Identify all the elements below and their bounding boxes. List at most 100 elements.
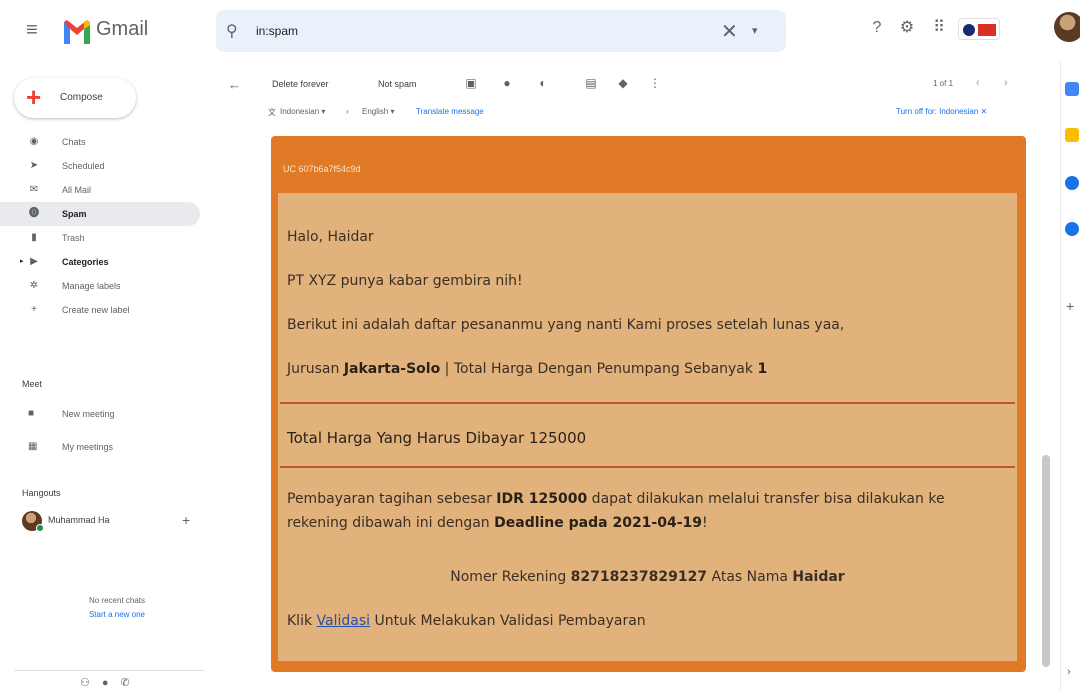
- account-prefix: Nomer Rekening: [450, 569, 571, 585]
- payment-suffix: !: [702, 515, 708, 531]
- clear-search-icon[interactable]: ✕: [721, 19, 738, 44]
- mark-unread-icon[interactable]: ▣: [464, 76, 478, 90]
- apps-grid-icon[interactable]: ⠿: [928, 17, 950, 39]
- contacts-app-icon[interactable]: [1065, 222, 1079, 236]
- compose-button[interactable]: + Compose: [14, 78, 136, 118]
- trash-icon: ▮: [31, 232, 37, 243]
- greeting-text: Halo, Haidar: [287, 229, 374, 245]
- translate-arrow-icon: ›: [346, 107, 349, 116]
- expand-panel-icon[interactable]: ›: [1067, 666, 1071, 678]
- help-icon[interactable]: ?: [866, 17, 888, 39]
- intro-text: PT XYZ punya kabar gembira nih!: [287, 273, 523, 289]
- my-meetings-button[interactable]: ▦ My meetings: [0, 436, 206, 458]
- new-meeting-label: New meeting: [62, 409, 115, 419]
- sidebar-item-spam[interactable]: ⓿ Spam: [0, 202, 200, 226]
- meet-section-title: Meet: [22, 379, 43, 389]
- start-new-chat-link[interactable]: Start a new one: [72, 610, 162, 619]
- account-number: 82718237829127: [570, 569, 708, 585]
- main-menu-icon[interactable]: ≡: [26, 20, 38, 40]
- label-icon: ▶: [30, 256, 38, 267]
- translate-icon: 文: [268, 108, 276, 117]
- sidebar-item-label: Trash: [62, 233, 85, 243]
- not-spam-button[interactable]: Not spam: [378, 79, 417, 89]
- validasi-link[interactable]: Validasi: [317, 613, 371, 629]
- no-recent-chats-text: No recent chats: [88, 596, 146, 605]
- expand-caret-icon[interactable]: ▸: [20, 257, 24, 265]
- order-intro-text: Berikut ini adalah daftar pesananmu yang…: [287, 317, 845, 333]
- online-status-icon: [36, 524, 44, 532]
- passenger-count: 1: [757, 361, 768, 377]
- new-meeting-button[interactable]: ■ New meeting: [0, 403, 206, 425]
- sidebar-item-manage-labels[interactable]: ✲ Manage labels: [0, 274, 206, 298]
- side-panel-rail: + ›: [1060, 62, 1080, 691]
- chats-icon: ◉: [29, 136, 39, 147]
- email-body-frame: UC 607b6a7f54c9d Halo, Haidar PT XYZ pun…: [271, 136, 1026, 672]
- route-mid-text: | Total Harga Dengan Penumpang Sebanyak: [440, 361, 758, 377]
- older-chevron-icon[interactable]: ›: [1004, 77, 1008, 89]
- sidebar-item-label: Create new label: [62, 305, 130, 315]
- sidebar-item-categories[interactable]: ▸ ▶ Categories: [0, 250, 206, 274]
- plus-icon: +: [31, 304, 37, 315]
- tasks-app-icon[interactable]: [1065, 176, 1079, 190]
- chat-bubble-icon[interactable]: ●: [102, 677, 121, 689]
- hangouts-user[interactable]: Muhammad Ha +: [22, 509, 202, 533]
- spam-icon: ⓿: [29, 208, 39, 219]
- person-icon[interactable]: ⚇: [80, 677, 102, 689]
- validation-line: Klik Validasi Untuk Melakukan Validasi P…: [287, 613, 646, 629]
- keep-app-icon[interactable]: [1065, 128, 1079, 142]
- sidebar-item-create-label[interactable]: + Create new label: [0, 298, 206, 322]
- turn-off-translation-link[interactable]: Turn off for: Indonesian ✕: [896, 107, 987, 116]
- top-bar: ≡ Gmail ⚲ ✕ ▾ ? ⚙: [0, 0, 1080, 62]
- source-language-select[interactable]: Indonesian ▾: [280, 107, 325, 116]
- organization-logo[interactable]: [958, 18, 1000, 40]
- app-name: Gmail: [96, 18, 149, 40]
- target-language-select[interactable]: English ▾: [362, 107, 394, 116]
- translate-message-link[interactable]: Translate message: [416, 107, 484, 116]
- account-mid-text: Atas Nama: [707, 569, 793, 585]
- search-bar[interactable]: ⚲ ✕ ▾: [216, 10, 786, 52]
- route-prefix: Jurusan: [287, 361, 344, 377]
- email-header-code: UC 607b6a7f54c9d: [283, 164, 361, 174]
- move-to-icon[interactable]: ▤: [584, 76, 598, 90]
- divider-bottom: [280, 466, 1015, 468]
- delete-forever-button[interactable]: Delete forever: [272, 79, 329, 89]
- sidebar-item-all-mail[interactable]: ✉ All Mail: [0, 178, 206, 202]
- back-arrow-icon[interactable]: ←: [228, 77, 241, 92]
- account-name: Haidar: [792, 569, 845, 585]
- avatar: [22, 511, 44, 532]
- sidebar-item-label: Chats: [62, 137, 86, 147]
- compose-plus-icon: +: [26, 82, 42, 112]
- phone-icon[interactable]: ✆: [121, 677, 142, 689]
- route-line: Jurusan Jakarta-Solo | Total Harga Denga…: [287, 361, 767, 377]
- message-toolbar: ← Delete forever Not spam ▣ ● ◐ ▤ ◆ ⋮ 1 …: [216, 66, 1036, 102]
- sidebar-bottom-icons: ⚇●✆: [80, 676, 142, 689]
- sidebar-item-chats[interactable]: ◉ Chats: [0, 130, 206, 154]
- account-line: Nomer Rekening 82718237829127 Atas Nama …: [278, 569, 1017, 585]
- settings-icon[interactable]: ⚙: [896, 17, 918, 39]
- video-camera-icon: ■: [28, 408, 35, 419]
- search-options-icon[interactable]: ▾: [752, 24, 758, 37]
- sidebar-item-scheduled[interactable]: ➤ Scheduled: [0, 154, 206, 178]
- get-addons-icon[interactable]: +: [1066, 298, 1074, 314]
- organization-logo-mark: [978, 24, 996, 36]
- newer-chevron-icon[interactable]: ‹: [976, 77, 980, 89]
- sidebar-nav: ◉ Chats ➤ Scheduled ✉ All Mail ⓿ Spam ▮ …: [0, 130, 206, 322]
- validation-suffix: Untuk Melakukan Validasi Pembayaran: [370, 613, 646, 629]
- calendar-app-icon[interactable]: [1065, 82, 1079, 96]
- add-task-icon[interactable]: ◐: [536, 76, 550, 90]
- search-icon[interactable]: ⚲: [226, 21, 238, 41]
- more-options-icon[interactable]: ⋮: [648, 76, 662, 90]
- email-content-panel: Halo, Haidar PT XYZ punya kabar gembira …: [278, 193, 1017, 661]
- search-input[interactable]: [256, 21, 656, 41]
- my-meetings-label: My meetings: [62, 442, 114, 452]
- content-scrollbar[interactable]: [1042, 455, 1050, 667]
- account-avatar[interactable]: [1054, 12, 1080, 42]
- organization-logo-dot: [963, 24, 975, 36]
- snooze-icon[interactable]: ●: [500, 76, 514, 90]
- sidebar-item-trash[interactable]: ▮ Trash: [0, 226, 206, 250]
- label-as-icon[interactable]: ◆: [616, 76, 630, 90]
- sidebar-divider: [14, 670, 204, 671]
- validation-prefix: Klik: [287, 613, 317, 629]
- sidebar-item-label: Manage labels: [62, 281, 121, 291]
- add-person-icon[interactable]: +: [182, 512, 190, 528]
